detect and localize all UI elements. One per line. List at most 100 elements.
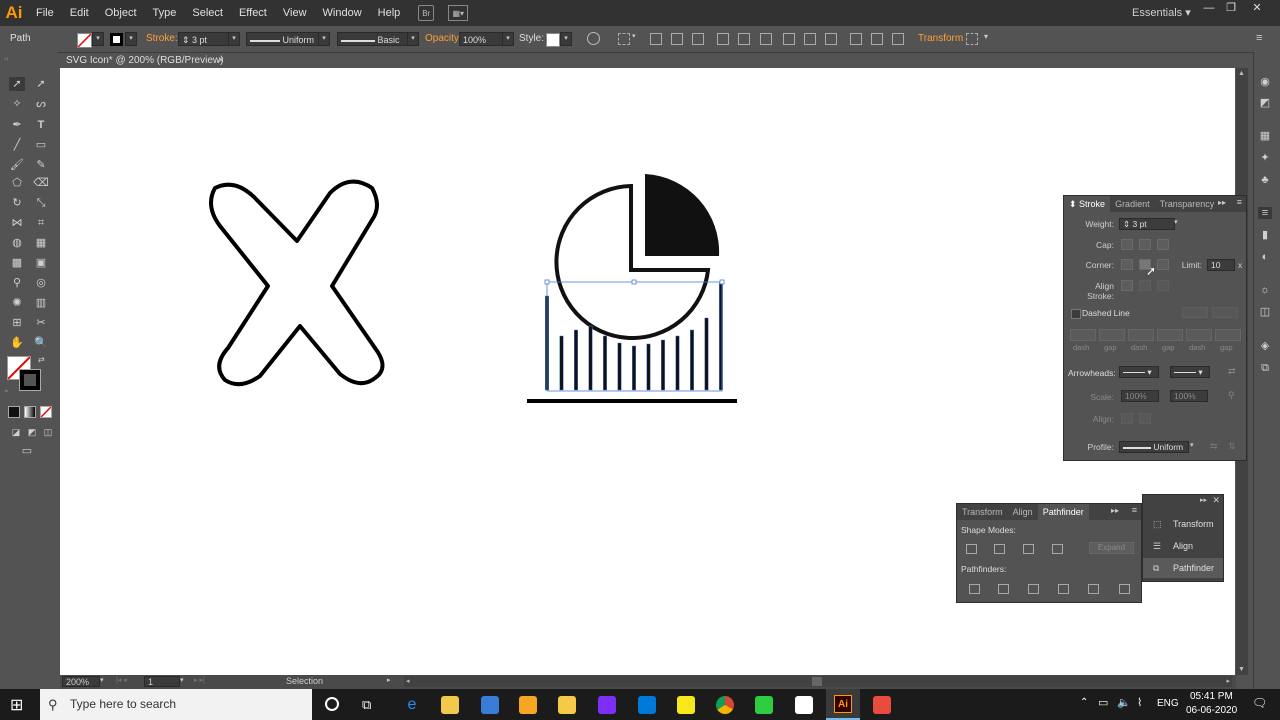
- zoom-field[interactable]: 200%: [62, 676, 100, 687]
- cortana-icon[interactable]: [325, 697, 339, 711]
- next-artboard-icon[interactable]: ▸ ▸|: [194, 676, 205, 684]
- dash-field-1[interactable]: [1070, 329, 1096, 341]
- align-stroke-outside-button[interactable]: [1157, 280, 1169, 291]
- mesh-tool-icon[interactable]: ▩: [9, 256, 25, 270]
- control-bar-options-icon[interactable]: ≡: [1256, 32, 1262, 44]
- eraser-tool-icon[interactable]: ⌫: [33, 176, 49, 190]
- scale-start-field[interactable]: 100%: [1121, 390, 1159, 402]
- flip-along-icon[interactable]: ⇆: [1210, 441, 1218, 452]
- distribute-left-icon[interactable]: [850, 33, 862, 45]
- magic-wand-tool-icon[interactable]: ✧: [9, 97, 25, 111]
- show-hidden-icons[interactable]: ⌃: [1080, 697, 1088, 708]
- stroke-panel-icon[interactable]: ≡: [1258, 207, 1272, 219]
- document-close-icon[interactable]: ×: [218, 53, 224, 68]
- paint-app-icon[interactable]: [598, 696, 616, 714]
- arrow-tip-on-end-button[interactable]: [1139, 413, 1151, 424]
- file-explorer-icon[interactable]: [441, 696, 459, 714]
- distribute-vcenter-icon[interactable]: [804, 33, 816, 45]
- miter-join-button[interactable]: [1121, 259, 1133, 270]
- transform-link[interactable]: Transform: [918, 26, 963, 52]
- tab-stroke[interactable]: ⬍ Stroke: [1064, 196, 1111, 212]
- first-artboard-icon[interactable]: |◂ ◂: [116, 676, 127, 684]
- menu-file[interactable]: File: [28, 0, 62, 26]
- scroll-right-icon[interactable]: ▸: [1226, 677, 1230, 685]
- panel-collapse-icon[interactable]: ▸▸: [1218, 198, 1226, 207]
- opacity-link[interactable]: Opacity:: [425, 26, 462, 52]
- intersect-icon[interactable]: [1023, 544, 1034, 554]
- trim-icon[interactable]: [998, 584, 1009, 594]
- width-tool-icon[interactable]: ⋈: [9, 216, 25, 230]
- tab-pathfinder[interactable]: Pathfinder: [1037, 504, 1089, 520]
- stroke-dropdown[interactable]: ▾: [125, 32, 137, 46]
- divide-icon[interactable]: [969, 584, 980, 594]
- edge-browser-icon[interactable]: e: [403, 696, 421, 714]
- opacity-field[interactable]: 100%: [459, 32, 503, 46]
- gap-field-1[interactable]: [1099, 329, 1125, 341]
- profile-select[interactable]: Uniform: [1119, 441, 1189, 453]
- tab-transform[interactable]: Transform: [957, 504, 1008, 520]
- pf-panel-collapse-icon[interactable]: ▸▸: [1111, 506, 1119, 515]
- exclude-icon[interactable]: [1052, 544, 1063, 554]
- direct-selection-tool-icon[interactable]: ➚: [33, 77, 49, 91]
- chrome-icon[interactable]: [716, 696, 734, 714]
- brushes-panel-icon[interactable]: ✦: [1258, 152, 1272, 164]
- free-transform-tool-icon[interactable]: ⌗: [33, 216, 49, 230]
- action-center-icon[interactable]: 🗨: [1252, 696, 1267, 710]
- collapsed-align-item[interactable]: ☰ Align: [1143, 536, 1223, 556]
- butt-cap-button[interactable]: [1121, 239, 1133, 250]
- horizontal-align-left-icon[interactable]: [650, 33, 662, 45]
- media-player-icon[interactable]: [519, 696, 537, 714]
- document-app-icon[interactable]: [795, 696, 813, 714]
- gradient-tool-icon[interactable]: ▣: [33, 256, 49, 270]
- tab-transparency[interactable]: Transparency: [1155, 196, 1220, 212]
- status-menu-icon[interactable]: ▸: [387, 676, 391, 684]
- screen-mode-icon[interactable]: ▭: [19, 444, 35, 458]
- sticky-notes-icon[interactable]: [677, 696, 695, 714]
- expand-button[interactable]: Expand: [1089, 542, 1134, 554]
- selection-tool-icon[interactable]: ➚: [9, 77, 25, 91]
- preserve-dash-button[interactable]: [1182, 307, 1208, 318]
- arrowhead-start-select[interactable]: ▾: [1119, 366, 1159, 378]
- zoom-dropdown[interactable]: ▾: [100, 676, 104, 684]
- type-tool-icon[interactable]: T: [33, 118, 49, 132]
- distribute-right-icon[interactable]: [892, 33, 904, 45]
- scale-tool-icon[interactable]: ⤡: [33, 196, 49, 210]
- shape-builder-tool-icon[interactable]: ◍: [9, 236, 25, 250]
- weight-dropdown[interactable]: ▾: [1174, 218, 1178, 226]
- layers-panel-icon[interactable]: ◈: [1258, 340, 1272, 352]
- windows-start-icon[interactable]: ⊞: [10, 695, 23, 715]
- taskbar-search-box[interactable]: ⚲ Type here to search: [40, 689, 312, 720]
- dashed-line-checkbox[interactable]: [1071, 309, 1081, 319]
- horizontal-scrollbar[interactable]: ◂ ▸: [404, 676, 1232, 687]
- minimize-button[interactable]: —: [1198, 0, 1220, 18]
- store-icon[interactable]: [481, 696, 499, 714]
- tab-align[interactable]: Align: [1008, 504, 1038, 520]
- illustrator-taskbar-button[interactable]: Ai: [826, 689, 860, 720]
- arrowhead-end-select[interactable]: ▾: [1170, 366, 1210, 378]
- scroll-thumb[interactable]: [812, 677, 822, 686]
- perspective-grid-tool-icon[interactable]: ▦: [33, 236, 49, 250]
- column-graph-tool-icon[interactable]: ▥: [33, 296, 49, 310]
- unite-icon[interactable]: [966, 544, 977, 554]
- align-to-dropdown[interactable]: ▾: [632, 32, 636, 40]
- color-mode-icon[interactable]: [8, 406, 20, 418]
- scroll-up-icon[interactable]: ▲: [1238, 70, 1245, 77]
- minus-front-icon[interactable]: [994, 544, 1005, 554]
- rotate-tool-icon[interactable]: ↻: [9, 196, 25, 210]
- tab-gradient[interactable]: Gradient: [1110, 196, 1155, 212]
- document-tab[interactable]: SVG Icon* @ 200% (RGB/Preview) ×: [60, 53, 228, 68]
- menu-help[interactable]: Help: [370, 0, 409, 26]
- line-segment-tool-icon[interactable]: ╱: [9, 138, 25, 152]
- gap-field-3[interactable]: [1215, 329, 1241, 341]
- bevel-join-button[interactable]: [1157, 259, 1169, 270]
- graphic-styles-icon[interactable]: ◫: [1258, 306, 1272, 318]
- symbol-sprayer-tool-icon[interactable]: ✺: [9, 296, 25, 310]
- dash-field-3[interactable]: [1186, 329, 1212, 341]
- draw-behind-icon[interactable]: ◩: [24, 425, 40, 439]
- scroll-down-icon[interactable]: ▼: [1238, 666, 1245, 673]
- task-view-icon[interactable]: ⧉: [362, 697, 371, 713]
- folder-icon[interactable]: [558, 696, 576, 714]
- brush-definition[interactable]: Basic: [337, 32, 409, 46]
- hand-tool-icon[interactable]: ✋: [9, 336, 25, 350]
- menu-select[interactable]: Select: [184, 0, 231, 26]
